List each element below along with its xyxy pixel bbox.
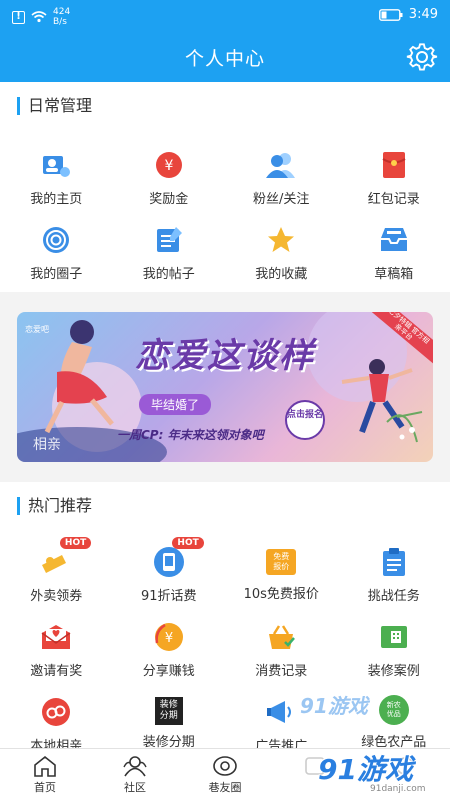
red-envelope-icon <box>377 148 411 182</box>
menu-item-red-envelope[interactable]: 红包记录 <box>338 140 450 215</box>
menu-item-fans-follow[interactable]: 粉丝/关注 <box>225 140 338 215</box>
hot-badge: HOT <box>59 537 92 549</box>
menu-item-spending-record[interactable]: 消费记录 <box>225 612 338 687</box>
tab-friends-circle[interactable]: 巷友圈 <box>180 749 270 800</box>
star-icon <box>264 223 298 257</box>
shopping-basket-icon <box>264 620 298 654</box>
settings-gear-icon[interactable] <box>406 41 438 73</box>
status-bar: ! 424 B/s 3:49 <box>0 0 450 32</box>
yuan-coin-icon: ¥ <box>152 148 186 182</box>
battery-icon <box>378 8 403 21</box>
local-dating-icon <box>39 695 73 729</box>
wifi-icon <box>31 11 47 23</box>
green-produce-icon: 新农优品 <box>378 695 409 725</box>
tab-home[interactable]: 首页 <box>0 749 90 800</box>
watermark-logo: 91游戏 <box>318 753 413 786</box>
banner-sub-badge: 毕结婚了 <box>139 394 212 415</box>
menu-item-phone-bill[interactable]: HOT 91折话费 <box>113 537 226 612</box>
banner-logo: 恋爱吧 <box>25 325 49 334</box>
fans-icon <box>264 148 298 182</box>
clock: 3:49 <box>408 7 438 22</box>
menu-item-free-quote[interactable]: 免费报价 10s免费报价 <box>225 537 338 612</box>
banner-signup-button[interactable]: 点击报名 <box>285 400 325 440</box>
menu-item-drafts[interactable]: 草稿箱 <box>338 215 450 290</box>
banner-corner-tag: 相亲 <box>33 437 61 453</box>
daily-management-section: 日常管理 我的主页 ¥ 奖励金 粉丝/关注 红包记录 我的圈子 我的帖子 我的收… <box>0 82 450 292</box>
takeout-coupon-icon: HOT <box>39 537 92 579</box>
clipboard-task-icon <box>377 545 411 579</box>
page-title: 个人中心 <box>184 48 265 70</box>
home-page-icon <box>39 148 73 182</box>
decoration-installment-icon: 装修分期 <box>154 697 183 725</box>
hot-badge: HOT <box>172 537 204 549</box>
svg-text:¥: ¥ <box>164 158 173 174</box>
menu-item-challenge-task[interactable]: 挑战任务 <box>338 537 450 612</box>
net-speed-unit: B/s <box>53 17 67 27</box>
friends-circle-tab-icon <box>213 756 237 776</box>
watermark-url: 91danji.com <box>370 784 426 794</box>
phone-bill-icon: HOT <box>152 537 204 579</box>
share-money-icon: ¥ <box>152 620 186 654</box>
free-quote-icon: 免费报价 <box>266 549 297 575</box>
menu-item-share-earn[interactable]: ¥ 分享赚钱 <box>113 612 226 687</box>
svg-text:¥: ¥ <box>165 631 173 646</box>
menu-item-my-homepage[interactable]: 我的主页 <box>0 140 113 215</box>
tab-community[interactable]: 社区 <box>90 749 180 800</box>
promo-banner[interactable]: 恋爱吧 七夕特辑 官方相亲平台 恋爱这谈样 毕结婚了 一周CP: 年末来这领对象… <box>17 312 433 462</box>
draft-box-icon <box>377 223 411 257</box>
section-title: 日常管理 <box>17 97 92 115</box>
ad-promotion-icon <box>264 695 298 729</box>
home-tab-icon <box>34 755 56 777</box>
watermark-center: 91游戏 <box>300 694 368 718</box>
menu-item-reward[interactable]: ¥ 奖励金 <box>113 140 226 215</box>
alert-icon: ! <box>12 10 25 24</box>
menu-item-my-circle[interactable]: 我的圈子 <box>0 215 113 290</box>
menu-item-takeout-coupon[interactable]: HOT 外卖领券 <box>0 537 113 612</box>
circle-target-icon <box>39 223 73 257</box>
menu-item-decoration-case[interactable]: 装修案例 <box>338 612 450 687</box>
hot-recommend-section: 热门推荐 HOT 外卖领券 HOT 91折话费 免费报价 10s免费报价 挑战任… <box>0 482 450 754</box>
post-icon <box>152 223 186 257</box>
menu-item-invite-reward[interactable]: 邀请有奖 <box>0 612 113 687</box>
menu-item-my-posts[interactable]: 我的帖子 <box>113 215 226 290</box>
banner-headline: 恋爱这谈样 <box>135 336 315 376</box>
banner-tagline: 一周CP: 年末来这领对象吧 <box>117 428 264 442</box>
net-speed: 424 <box>53 7 71 17</box>
header: 个人中心 <box>0 32 450 82</box>
decoration-case-icon <box>377 620 411 654</box>
community-tab-icon <box>123 756 147 777</box>
invite-envelope-icon <box>39 620 73 654</box>
menu-item-my-favorites[interactable]: 我的收藏 <box>225 215 338 290</box>
section-title: 热门推荐 <box>17 497 92 515</box>
